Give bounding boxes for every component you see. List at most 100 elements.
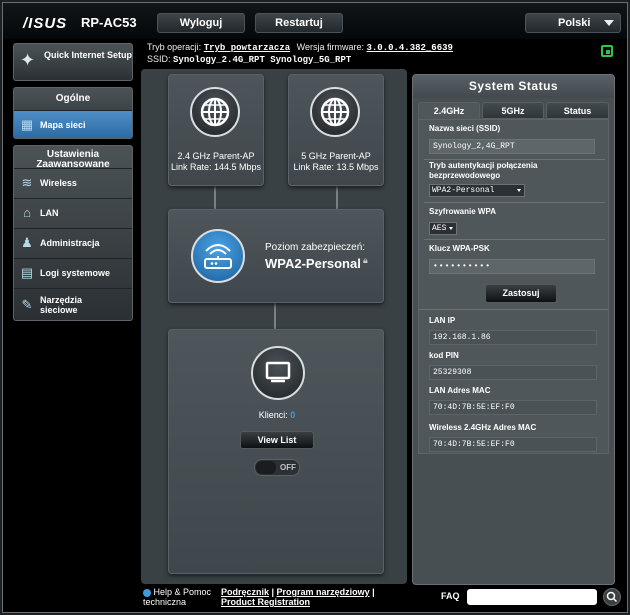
enc-select[interactable]: AES (429, 222, 457, 235)
divider (424, 202, 605, 203)
sidebar-item-network-map[interactable]: ▦ Mapa sieci (14, 110, 132, 138)
sidebar-item-administration[interactable]: ♟ Administracja (14, 228, 132, 256)
search-icon[interactable] (603, 588, 621, 606)
sidebar-item-lan[interactable]: ⌂ LAN (14, 198, 132, 226)
ssid-field-label: Nazwa sieci (SSID) (429, 124, 501, 133)
divider (419, 309, 608, 310)
network-map-panel: 2.4 GHz Parent-AP Link Rate: 144.5 Mbps … (141, 69, 407, 584)
connector-line (214, 185, 216, 209)
manual-link[interactable]: Podręcznik (221, 587, 269, 597)
magic-wand-icon: ✦ (20, 50, 36, 70)
utility-link[interactable]: Program narzędziowy (277, 587, 370, 597)
ap5-rate: Link Rate: 13.5 Mbps (293, 162, 379, 172)
top-bar: /ISUS RP-AC53 Wyloguj Restartuj Polski (3, 3, 627, 39)
registration-link[interactable]: Product Registration (221, 597, 310, 607)
clients-label: Klienci: (258, 410, 288, 420)
ssid-info: SSID: Synology_2.4G_RPT Synology_5G_RPT (147, 54, 351, 65)
enc-field-label: Szyfrowanie WPA (429, 207, 496, 216)
sidebar-item-system-log[interactable]: ▤ Logi systemowe (14, 258, 132, 286)
network-status-icon[interactable] (601, 45, 613, 57)
sidebar-item-label: Logi systemowe (40, 267, 111, 278)
clients-card: Klienci: 0 View List OFF (168, 329, 384, 574)
footer-links: Podręcznik | Program narzędziowy | Produ… (221, 587, 375, 607)
parent-ap-5-card[interactable]: 5 GHz Parent-AP Link Rate: 13.5 Mbps (288, 74, 384, 186)
pin-label: kod PIN (429, 351, 459, 360)
status-title: System Status (413, 75, 614, 98)
ap24-name: 2.4 GHz Parent-AP (177, 151, 255, 161)
wifi-icon: ≋ (21, 174, 33, 190)
mode-link[interactable]: Tryb powtarzacza (204, 43, 290, 53)
auth-select[interactable]: WPA2-Personal (429, 184, 525, 197)
tools-icon: ✎ (21, 296, 33, 312)
sidebar-item-label: Administracja (40, 237, 100, 248)
lan-mac-value: 70:4D:7B:5E:EF:F0 (429, 400, 597, 415)
quick-internet-setup-button[interactable]: ✦ Quick Internet Setup (13, 43, 133, 81)
sidebar-item-label: Narzędzia sieciowe (40, 294, 83, 315)
ssid-label: SSID: (147, 54, 171, 64)
monitor-icon (251, 346, 305, 400)
ssid-field[interactable]: Synology_2,4G_RPT (429, 139, 595, 154)
sidebar-item-wireless[interactable]: ≋ Wireless (14, 168, 132, 196)
lock-icon: 🔒︎ (363, 255, 368, 265)
log-icon: ▤ (20, 264, 34, 280)
connector-line (274, 303, 276, 329)
system-status-panel: System Status 2.4GHz 5GHz Status Nazwa s… (412, 74, 615, 585)
faq-search-input[interactable] (467, 589, 597, 605)
auth-value: WPA2-Personal (432, 186, 495, 195)
security-value: WPA2-Personal (265, 256, 361, 271)
router-window: /ISUS RP-AC53 Wyloguj Restartuj Polski T… (2, 2, 628, 613)
help-label: Help & Pomoc techniczna (143, 587, 212, 607)
asus-logo: /ISUS (23, 15, 68, 32)
mode-label: Tryb operacji: (147, 42, 202, 52)
qis-label: Quick Internet Setup (44, 50, 133, 60)
psk-field-label: Klucz WPA-PSK (429, 244, 490, 253)
chevron-down-icon (604, 20, 614, 26)
logout-button[interactable]: Wyloguj (157, 13, 245, 33)
model-name: RP-AC53 (81, 15, 137, 30)
view-list-button[interactable]: View List (240, 431, 314, 449)
clients-toggle[interactable]: OFF (254, 459, 300, 476)
tab-24ghz[interactable]: 2.4GHz (418, 102, 480, 119)
router-icon (191, 229, 245, 283)
ssid-values: Synology_2.4G_RPT Synology_5G_RPT (173, 55, 352, 65)
sidebar-item-label: Wireless (40, 177, 77, 188)
lan-ip-label: LAN IP (429, 316, 456, 325)
firmware-label: Wersja firmware: (296, 42, 364, 52)
router-card[interactable]: Poziom zabezpieczeń: WPA2-Personal 🔒︎ (168, 209, 384, 303)
lan-mac-label: LAN Adres MAC (429, 386, 491, 395)
help-link[interactable]: Help & Pomoc techniczna (143, 587, 213, 607)
toggle-label: OFF (280, 463, 296, 472)
language-select[interactable]: Polski (525, 13, 621, 33)
divider (424, 239, 605, 240)
wireless-mac-value: 70:4D:7B:5E:EF:F0 (429, 437, 597, 452)
chevron-down-icon (517, 189, 521, 192)
clients-count[interactable]: 0 (290, 410, 295, 420)
sidebar-item-label: Mapa sieci (40, 119, 86, 130)
firmware-link[interactable]: 3.0.0.4.382_6639 (367, 43, 453, 53)
lan-ip-value: 192.168.1.86 (429, 330, 597, 345)
psk-field[interactable]: •••••••••• (429, 259, 595, 274)
faq-label: FAQ (441, 591, 460, 601)
ap24-rate: Link Rate: 144.5 Mbps (170, 162, 262, 172)
tab-status[interactable]: Status (546, 102, 609, 119)
parent-ap-24-card[interactable]: 2.4 GHz Parent-AP Link Rate: 144.5 Mbps (168, 74, 264, 186)
ap5-name: 5 GHz Parent-AP (301, 151, 371, 161)
globe-icon (310, 87, 360, 137)
tab-5ghz[interactable]: 5GHz (482, 102, 544, 119)
apply-button[interactable]: Zastosuj (485, 284, 557, 303)
admin-icon: ♟ (21, 234, 33, 250)
language-value: Polski (558, 17, 591, 29)
enc-value: AES (432, 224, 447, 233)
restart-button[interactable]: Restartuj (255, 13, 343, 33)
chevron-down-icon (449, 227, 453, 230)
sidebar-item-network-tools[interactable]: ✎ Narzędzia sieciowe (14, 288, 132, 320)
advanced-section: Ustawienia Zaawansowane ≋ Wireless ⌂ LAN… (13, 145, 133, 321)
general-heading: Ogólne (55, 93, 91, 104)
sidebar-item-label: LAN (40, 207, 59, 218)
network-map-icon: ▦ (20, 116, 34, 132)
auth-field-label: Tryb autentykacji połączenia bezprzewodo… (429, 161, 538, 180)
help-icon (143, 588, 151, 597)
home-icon: ⌂ (23, 205, 31, 220)
wireless-settings: Nazwa sieci (SSID) Synology_2,4G_RPT Try… (418, 119, 609, 454)
clients-row: Klienci: 0 (169, 410, 385, 420)
